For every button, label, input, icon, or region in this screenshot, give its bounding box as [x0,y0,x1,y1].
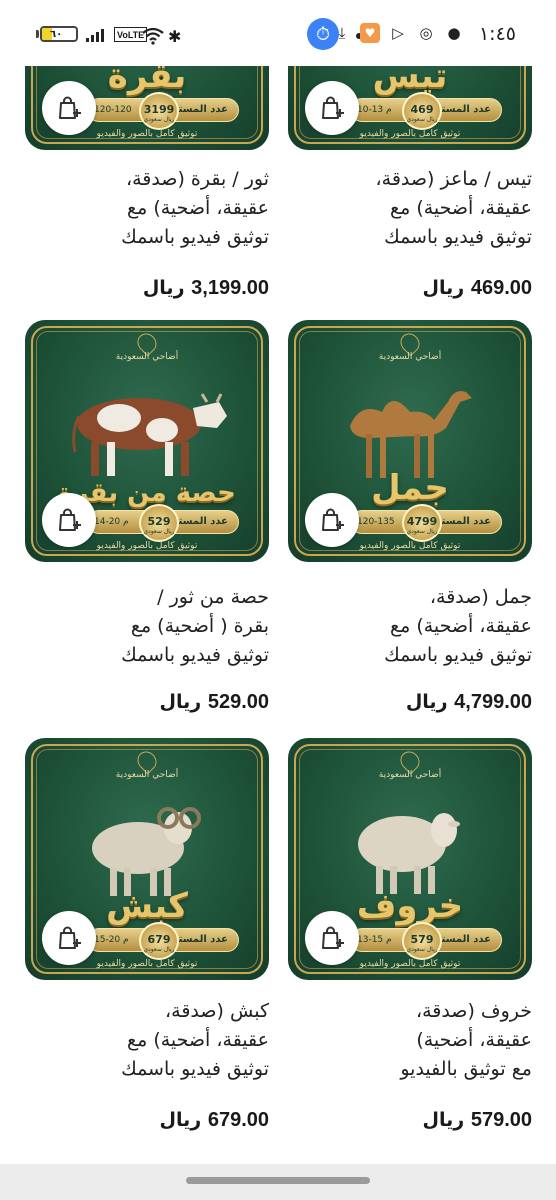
add-to-cart-button[interactable] [42,493,96,547]
product-title[interactable]: خروف (صدقة، عقيقة، أضحية) مع توثيق بالفي… [288,997,532,1084]
add-to-cart-button[interactable] [305,493,359,547]
product-title[interactable]: ثور / بقرة (صدقة، عقيقة، أضحية) مع توثيق… [25,165,269,252]
product-price: 469.00 ريال [422,277,533,299]
product-card[interactable]: أضاحي السعودية كبش عدد المستفيدين 15-20 … [25,738,269,1138]
status-bar: ٦٠ VoLTE ✱ ⏱ ⤓ ♥ ▷ ◎ ● ١:٤٥ [0,0,556,66]
product-grid: بقرة عدد المستفيدين 120-120 3199 ريال سع… [0,0,556,1200]
product-title[interactable]: جمل (صدقة، عقيقة، أضحية) مع توثيق فيديو … [288,583,532,670]
add-to-cart-button[interactable] [42,911,96,965]
brand-label: أضاحي السعودية [115,770,179,780]
product-card[interactable]: أضاحي السعودية خروف عدد المستفيدين 13-15… [288,738,532,1138]
beneficiaries-pill: عدد المستفيدين 120-135 4799 ريال سعودي [350,504,502,542]
brand-label: أضاحي السعودية [378,352,442,362]
add-to-cart-button[interactable] [305,911,359,965]
add-to-cart-icon [322,926,344,949]
cow-illustration [25,368,269,486]
home-handle[interactable] [186,1177,370,1184]
wifi-icon [142,27,164,45]
product-price: 679.00 ريال [159,1109,270,1131]
clock: ١:٤٥ [478,23,516,45]
add-to-cart-icon [59,926,81,949]
product-card[interactable]: أضاحي السعودية حصة من بقرة عدد المستفيدي… [25,320,269,720]
chat-icon: ● [447,24,461,42]
product-price: 579.00 ريال [422,1109,533,1131]
price-badge: 579 ريال سعودي [402,922,442,960]
product-price: 529.00 ريال [159,691,270,713]
app-heart-icon: ♥ [360,23,380,43]
add-to-cart-button[interactable] [305,81,359,135]
add-to-cart-icon [59,508,81,531]
signal-icon [86,29,104,42]
add-to-cart-icon [322,96,344,119]
price-badge: 469 ريال سعودي [402,92,442,130]
brand-label: أضاحي السعودية [115,352,179,362]
price-badge: 529 ريال سعودي [139,504,179,542]
product-card[interactable]: أضاحي السعودية جمل عدد المستفيدين 120-13… [288,320,532,720]
battery-level: ٦٠ [50,28,63,40]
beneficiaries-pill: عدد المستفيدين 14-20 م 529 ريال سعودي [87,504,239,542]
add-to-cart-icon [59,96,81,119]
gesture-nav-bar [0,1164,556,1200]
beneficiaries-pill: عدد المستفيدين 13-15 م 579 ريال سعودي [350,922,502,960]
battery-icon: ٦٠ [40,26,78,42]
beneficiaries-pill: عدد المستفيدين 120-120 3199 ريال سعودي [87,92,239,130]
brand-label: أضاحي السعودية [378,770,442,780]
chrome-icon: ◎ [419,24,433,42]
play-icon: ▷ [392,24,404,42]
add-to-cart-icon [322,508,344,531]
price-badge: 3199 ريال سعودي [139,92,179,130]
price-badge: 679 ريال سعودي [139,922,179,960]
add-to-cart-button[interactable] [42,81,96,135]
product-title[interactable]: حصة من ثور / بقرة ( أضحية) مع توثيق فيدي… [25,583,269,670]
product-price: 3,199.00 ريال [142,277,269,299]
download-icon: ⤓ [338,24,346,42]
beneficiaries-pill: عدد المستفيدين 15-20 م 679 ريال سعودي [87,922,239,960]
product-price: 4,799.00 ريال [405,691,532,713]
product-title[interactable]: كبش (صدقة، عقيقة، أضحية) مع توثيق فيديو … [25,997,269,1084]
bluetooth-icon: ✱ [168,26,182,46]
beneficiaries-pill: عدد المستفيدين 10-13 م 469 ريال سعودي [350,92,502,130]
price-badge: 4799 ريال سعودي [402,504,442,542]
product-title[interactable]: تيس / ماعز (صدقة، عقيقة، أضحية) مع توثيق… [288,165,532,252]
